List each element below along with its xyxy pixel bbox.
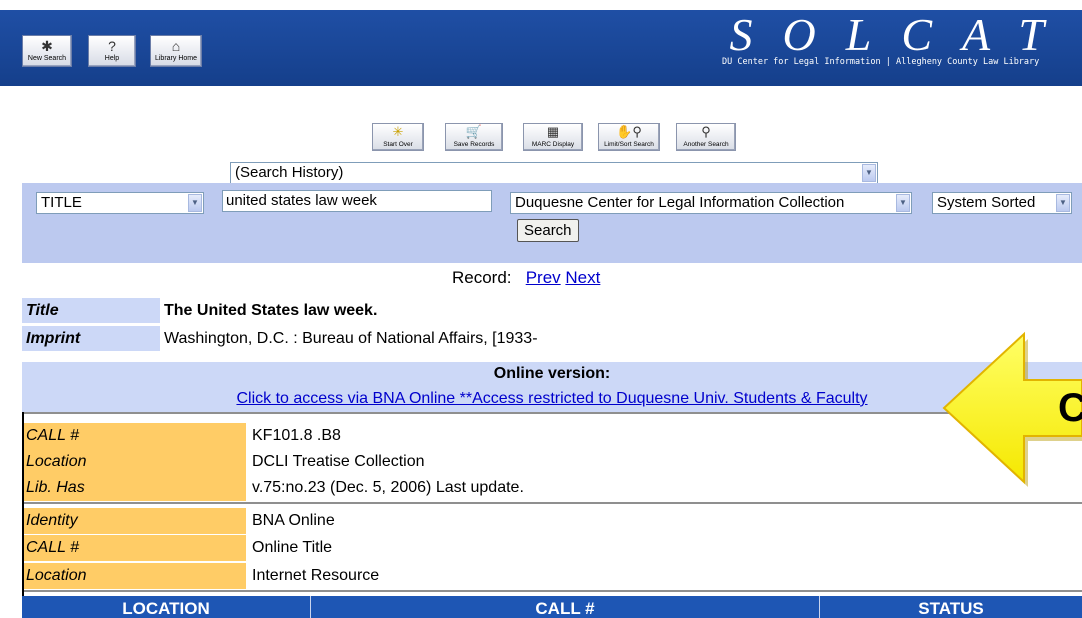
help-label: Help (104, 55, 120, 62)
holdings-divider (24, 502, 1082, 504)
limit-sort-label: Limit/Sort Search (604, 141, 654, 148)
new-search-icon: ✱ (41, 38, 53, 54)
imprint-value: Washington, D.C. : Bureau of National Af… (164, 330, 538, 347)
bib-imprint-row: Imprint Washington, D.C. : Bureau of Nat… (22, 326, 1082, 351)
search-history-select[interactable]: (Search History) ▼ (230, 162, 878, 184)
search-history-value: (Search History) (235, 164, 344, 181)
another-search-button[interactable]: ⚲ Another Search (676, 123, 736, 151)
bib-title-row: Title The United States law week. (22, 298, 1082, 323)
collection-select[interactable]: Duquesne Center for Legal Information Co… (510, 192, 912, 214)
holding-row: Lib. Has v.75:no.23 (Dec. 5, 2006) Last … (24, 475, 1082, 501)
chevron-down-icon: ▼ (862, 164, 876, 182)
new-search-label: New Search (27, 55, 67, 62)
save-records-button[interactable]: 🛒 Save Records (445, 123, 503, 151)
holdings-bottom-border (24, 590, 1082, 592)
save-records-label: Save Records (453, 141, 495, 148)
another-search-label: Another Search (683, 141, 729, 148)
holding-row: CALL # KF101.8 .B8 (24, 423, 1082, 449)
holding-row: Location DCLI Treatise Collection (24, 449, 1082, 475)
holding-row: Location Internet Resource (24, 563, 1082, 589)
holding-row: Identity BNA Online (24, 508, 1082, 534)
holding-value: KF101.8 .B8 (252, 427, 341, 444)
status-column-header: STATUS (918, 599, 984, 618)
marc-display-button[interactable]: ▦ MARC Display (523, 123, 583, 151)
holding-label: Location (24, 563, 246, 589)
library-home-button[interactable]: ⌂ Library Home (150, 35, 202, 67)
marc-display-label: MARC Display (531, 141, 575, 148)
start-over-label: Start Over (383, 141, 413, 148)
holding-value: Internet Resource (252, 567, 380, 584)
chevron-down-icon: ▼ (188, 194, 202, 212)
start-over-button[interactable]: ✳ Start Over (372, 123, 424, 151)
help-icon: ? (108, 38, 116, 54)
holding-label: CALL # (24, 423, 246, 449)
search-button[interactable]: Search (517, 219, 579, 242)
record-nav: Record: Prev Next (452, 268, 600, 288)
chevron-down-icon: ▼ (1056, 194, 1070, 212)
title-value: The United States law week. (164, 302, 378, 319)
home-icon: ⌂ (171, 38, 181, 54)
collection-value: Duquesne Center for Legal Information Co… (515, 194, 845, 211)
online-access-row: Click to access via BNA Online **Access … (22, 386, 1082, 412)
holding-value: DCLI Treatise Collection (252, 453, 425, 470)
holding-label: Lib. Has (24, 475, 246, 501)
limit-search-icon: ✋⚲ (616, 124, 642, 139)
limit-sort-button[interactable]: ✋⚲ Limit/Sort Search (598, 123, 660, 151)
search-index-value: TITLE (41, 194, 82, 211)
callout-text: C (1058, 386, 1082, 430)
start-over-icon: ✳ (392, 124, 404, 139)
magnifier-icon: ⚲ (701, 124, 711, 139)
imprint-label: Imprint (22, 326, 160, 351)
holding-value: Online Title (252, 539, 333, 556)
holding-label: Location (24, 449, 246, 475)
online-version-heading: Online version: (22, 362, 1082, 386)
holding-label: Identity (24, 508, 246, 534)
search-input[interactable]: united states law week (222, 190, 492, 212)
title-label: Title (22, 298, 160, 323)
solcat-logo: SOLCAT (729, 9, 1074, 60)
record-label: Record: (452, 268, 512, 287)
sort-value: System Sorted (937, 194, 1036, 211)
search-index-select[interactable]: TITLE ▼ (36, 192, 204, 214)
sort-select[interactable]: System Sorted ▼ (932, 192, 1072, 214)
new-search-button[interactable]: ✱ New Search (22, 35, 72, 67)
holding-value: BNA Online (252, 512, 335, 529)
call-column-header: CALL # (535, 599, 595, 618)
holdings-table-header: LOCATION CALL # STATUS (22, 596, 1082, 618)
help-button[interactable]: ? Help (88, 35, 136, 67)
cart-icon: 🛒 (465, 124, 483, 139)
site-header: ✱ New Search ? Help ⌂ Library Home SOLCA… (0, 10, 1082, 86)
holding-label: CALL # (24, 535, 246, 561)
library-home-label: Library Home (154, 55, 197, 62)
next-link[interactable]: Next (565, 268, 600, 287)
holdings-top-border (24, 412, 1082, 414)
marc-grid-icon: ▦ (546, 124, 560, 139)
holding-row: CALL # Online Title (24, 535, 1082, 561)
online-access-link[interactable]: Click to access via BNA Online **Access … (236, 390, 867, 407)
location-column-header: LOCATION (122, 599, 210, 618)
holding-value: v.75:no.23 (Dec. 5, 2006) Last update. (252, 479, 524, 496)
chevron-down-icon: ▼ (896, 194, 910, 212)
header-tagline: DU Center for Legal Information | Allegh… (722, 57, 1040, 67)
prev-link[interactable]: Prev (526, 268, 561, 287)
